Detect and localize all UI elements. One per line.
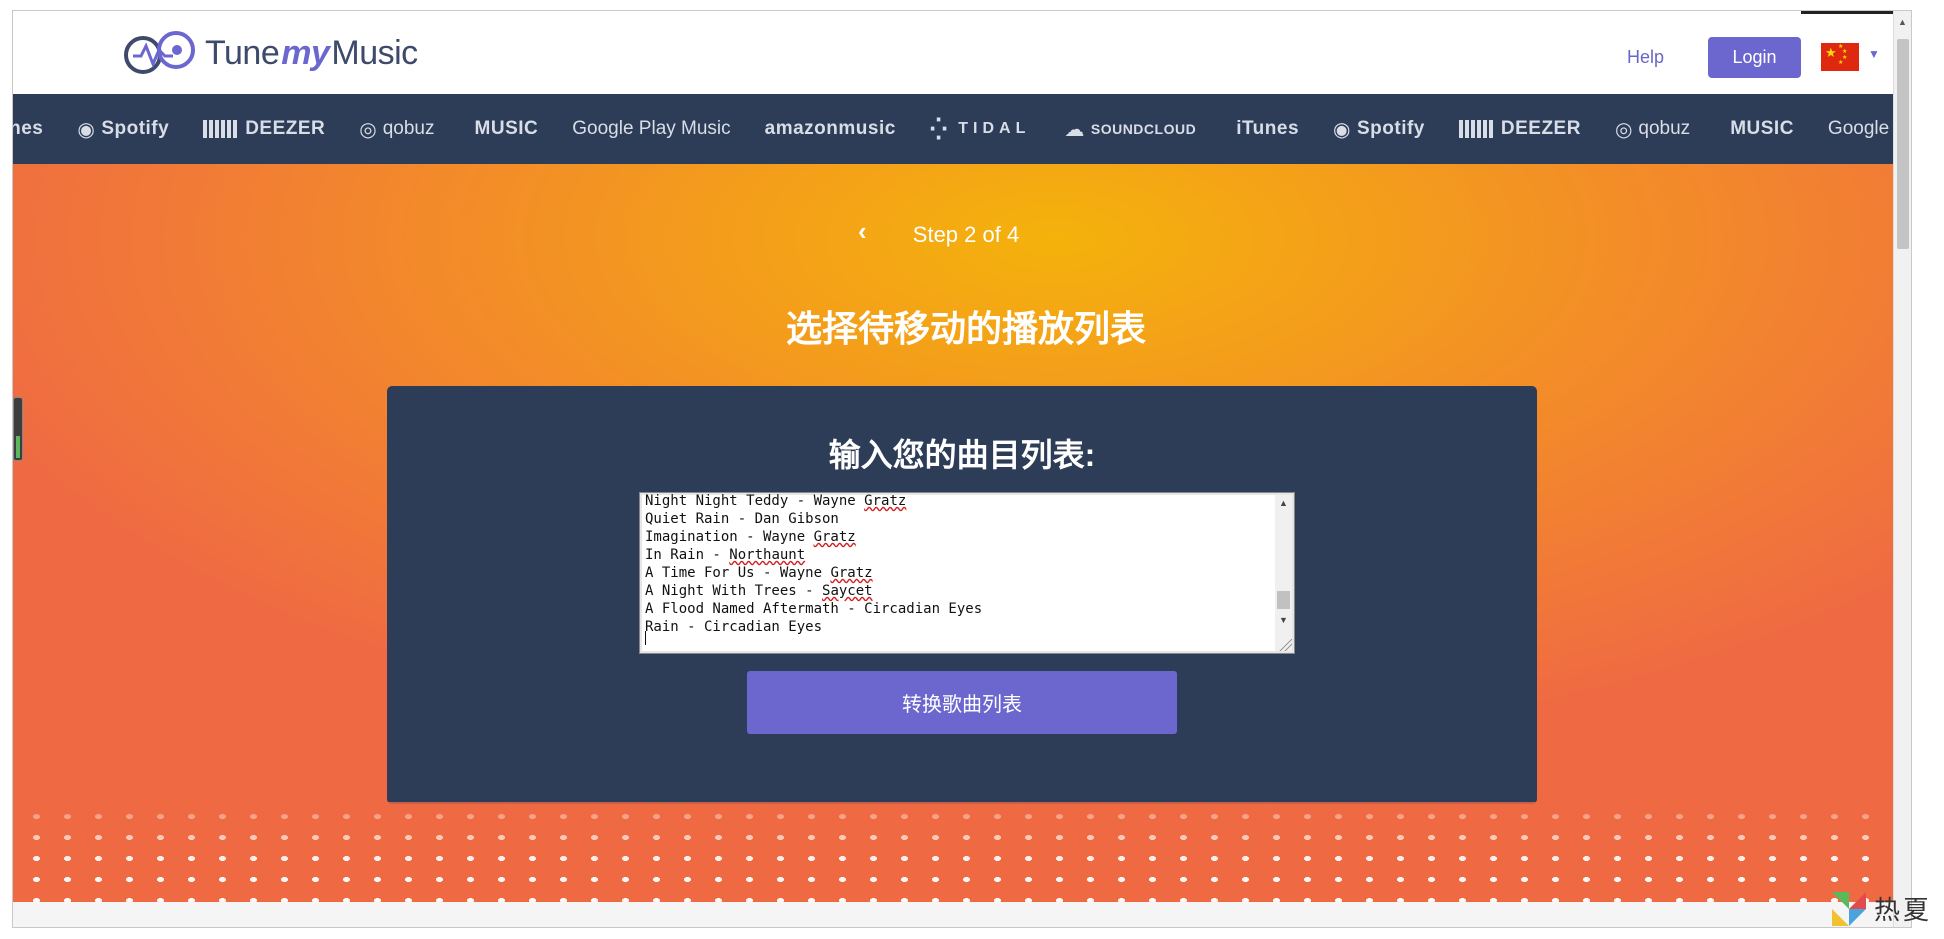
side-progress-tab[interactable] (13, 397, 23, 461)
resize-grip-icon[interactable] (1278, 639, 1292, 651)
text-caret (645, 631, 646, 645)
track-line: Quiet Rain - Dan Gibson (645, 511, 839, 527)
hero-section: ‹ Step 2 of 4 选择待移动的播放列表 输入您的曲目列表: Night… (13, 164, 1908, 902)
track-line: Rain - Circadian Eyes (645, 619, 823, 635)
logo-my: my (281, 33, 330, 72)
scroll-up-arrow-icon[interactable]: ▲ (1279, 498, 1288, 508)
watermark: 热夏 (1832, 890, 1932, 927)
service-deezer-2: DEEZER (1458, 118, 1581, 140)
side-progress-fill (16, 436, 20, 458)
track-line: A Time For Us - Wayne Gratz (645, 565, 873, 581)
textarea-scroll-thumb[interactable] (1277, 591, 1290, 609)
step-indicator: Step 2 of 4 (912, 222, 1020, 247)
logo-music: Music (331, 33, 418, 72)
soundcloud-icon: ☁ (1064, 118, 1085, 141)
logo-wordmark: Tune my Music (205, 34, 418, 73)
service-apple-music: MUSIC (474, 118, 539, 139)
tracklist-panel: 输入您的曲目列表: Night Night Teddy - Wayne Grat… (387, 386, 1537, 804)
service-spotify-2: ◉ Spotify (1333, 118, 1425, 141)
qobuz-icon: ◎ (359, 118, 377, 141)
service-itunes: unes (13, 118, 44, 139)
service-spotify: ◉ Spotify (77, 118, 170, 141)
service-amazon-music: amazonmusic (764, 118, 896, 139)
track-line: A Night With Trees - Saycet (645, 583, 873, 599)
tracklist-textarea[interactable]: Night Night Teddy - Wayne Gratz Quiet Rai… (639, 492, 1295, 654)
panel-title: 输入您的曲目列表: (828, 437, 1096, 473)
header-accent-bar (1801, 11, 1905, 14)
qobuz-icon: ◎ (1614, 118, 1633, 141)
scroll-down-arrow-icon[interactable]: ▼ (1279, 615, 1288, 625)
track-line: Night Night Teddy - Wayne Gratz (645, 493, 907, 509)
deezer-bars-icon (1458, 120, 1495, 138)
watermark-text: 热夏 (1874, 896, 1933, 926)
track-line: In Rain - Northaunt (645, 547, 806, 563)
logo-mark-icon (124, 31, 195, 74)
service-apple-music-2: MUSIC (1730, 118, 1794, 139)
page-scrollbar[interactable]: ▲ (1893, 11, 1911, 927)
service-soundcloud: ☁ SOUNDCLOUD (1064, 118, 1197, 141)
deezer-bars-icon (203, 120, 240, 138)
service-itunes-2: iTunes (1236, 118, 1300, 139)
language-chevron-down-icon[interactable]: ▼ (1868, 47, 1880, 61)
service-tidal: ⁛ TIDAL (929, 118, 1031, 141)
page-scroll-thumb[interactable] (1897, 39, 1909, 249)
page-title: 选择待移动的播放列表 (785, 308, 1146, 349)
browser-viewport: Tune my Music Help Login ★ ★ ★ ★ ★ ▼ une… (12, 10, 1912, 928)
service-deezer: DEEZER (203, 118, 325, 140)
textarea-scrollbar[interactable]: ▲ ▼ (1275, 495, 1292, 651)
service-google-play-music: Google Play Music (572, 118, 731, 139)
convert-tracklist-button[interactable]: 转换歌曲列表 (747, 671, 1177, 734)
spotify-icon: ◉ (1333, 118, 1351, 141)
page-scroll-up-icon[interactable]: ▲ (1898, 17, 1907, 27)
services-track: unes ◉Spotify DEEZER ◎qobuz MUSIC Google… (13, 94, 1911, 164)
login-button[interactable]: Login (1708, 37, 1801, 78)
tunemymusic-logo[interactable]: Tune my Music (121, 25, 418, 81)
tidal-icon: ⁛ (929, 118, 953, 141)
cn-flag-icon[interactable]: ★ ★ ★ ★ ★ (1821, 43, 1859, 71)
page-bottom-strip (13, 902, 1908, 927)
tracklist-content[interactable]: Night Night Teddy - Wayne Gratz Quiet Rai… (645, 492, 1265, 642)
service-qobuz: ◎ qobuz (359, 118, 435, 141)
track-line: A Flood Named Aftermath - Circadian Eyes (645, 601, 983, 617)
help-link[interactable]: Help (1627, 47, 1664, 68)
service-qobuz-2: ◎ qobuz (1614, 118, 1691, 141)
pinwheel-icon (1832, 891, 1866, 926)
dots-fade-overlay (13, 802, 1908, 902)
spotify-icon: ◉ (77, 118, 96, 141)
track-line: Imagination - Wayne Gratz (645, 529, 856, 545)
services-strip: unes ◉Spotify DEEZER ◎qobuz MUSIC Google… (13, 94, 1911, 164)
site-header: Tune my Music Help Login ★ ★ ★ ★ ★ ▼ (13, 11, 1911, 94)
logo-tune: Tune (205, 33, 280, 72)
